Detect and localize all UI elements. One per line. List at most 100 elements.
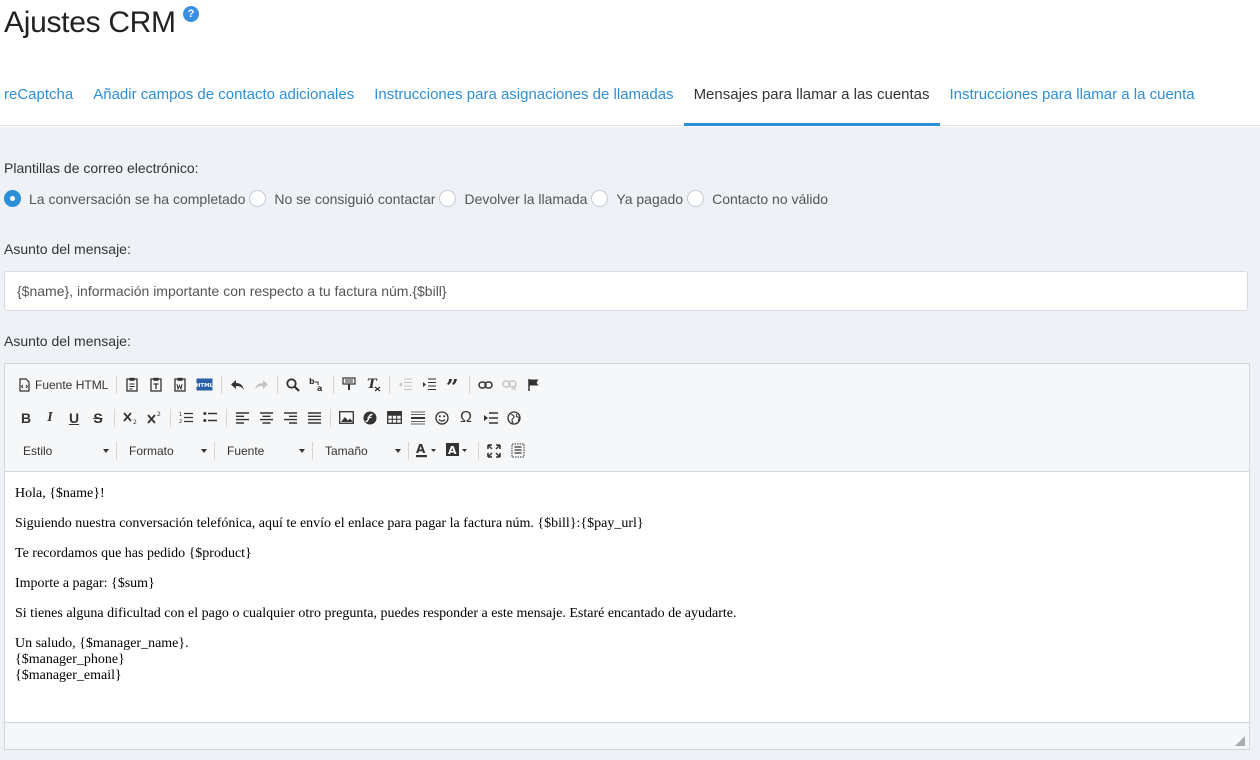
- html-icon: HTML: [196, 378, 213, 391]
- flag-icon: [528, 378, 539, 391]
- outdent-icon: [399, 378, 413, 390]
- format-dropdown[interactable]: Formato: [121, 440, 211, 462]
- maximize-button[interactable]: [483, 440, 505, 462]
- subscript-button[interactable]: 2: [119, 407, 141, 429]
- remove-format-button[interactable]: T: [362, 374, 384, 396]
- tab-call-account-instructions[interactable]: Instrucciones para llamar a la cuenta: [940, 84, 1205, 126]
- html-block-button[interactable]: HTML: [193, 374, 216, 396]
- unlink-button[interactable]: [498, 374, 520, 396]
- toolbar-separator: [170, 408, 171, 427]
- subject-input[interactable]: [4, 271, 1248, 311]
- message-paragraph: Si tienes alguna dificultad con el pago …: [15, 606, 737, 621]
- format-dropdown-label: Formato: [129, 443, 174, 458]
- tab-additional-contact-fields[interactable]: Añadir campos de contacto adicionales: [83, 84, 364, 126]
- radio-conversation-completed[interactable]: La conversación se ha completado: [4, 190, 245, 207]
- tab-call-account-messages[interactable]: Mensajes para llamar a las cuentas: [683, 84, 940, 126]
- radio-indicator[interactable]: [249, 190, 267, 207]
- svg-text:A: A: [448, 444, 457, 457]
- tab-recaptcha[interactable]: reCaptcha: [0, 84, 83, 126]
- message-paragraph: Importe a pagar: {$sum}: [15, 576, 155, 591]
- paste-word-button[interactable]: [169, 374, 191, 396]
- numbered-list-button[interactable]: 12: [175, 407, 197, 429]
- background-color-button[interactable]: A: [443, 440, 473, 462]
- table-icon: [386, 411, 402, 424]
- find-button[interactable]: [282, 374, 304, 396]
- toolbar-separator: [330, 408, 331, 427]
- radio-label: Ya pagado: [616, 190, 684, 207]
- superscript-button[interactable]: 2: [143, 407, 165, 429]
- radio-not-contacted[interactable]: No se consiguió contactar: [249, 190, 435, 207]
- radio-call-back[interactable]: Devolver la llamada: [439, 190, 587, 207]
- radio-invalid-contact[interactable]: Contacto no válido: [687, 190, 828, 207]
- iframe-button[interactable]: [503, 407, 525, 429]
- italic-icon: I: [47, 409, 53, 425]
- smiley-icon: [435, 410, 449, 425]
- svg-text:a: a: [317, 384, 322, 392]
- svg-text:b: b: [309, 377, 315, 386]
- table-button[interactable]: [383, 407, 405, 429]
- anchor-button[interactable]: [522, 374, 544, 396]
- show-blocks-button[interactable]: [507, 440, 529, 462]
- radio-label: No se consiguió contactar: [274, 190, 436, 207]
- toolbar-separator: [226, 408, 227, 427]
- style-dropdown[interactable]: Estilo: [15, 440, 113, 462]
- underline-button[interactable]: U: [63, 407, 85, 429]
- strikethrough-button[interactable]: S: [87, 407, 109, 429]
- strikethrough-icon: S: [93, 409, 103, 426]
- search-icon: [286, 377, 301, 392]
- justify-button[interactable]: [303, 407, 325, 429]
- smiley-button[interactable]: [431, 407, 453, 429]
- bulleted-list-button[interactable]: [199, 407, 221, 429]
- image-button[interactable]: [335, 407, 357, 429]
- body-label: Asunto del mensaje:: [4, 333, 131, 349]
- svg-text:2: 2: [179, 419, 182, 424]
- svg-text:A: A: [416, 443, 426, 456]
- text-color-button[interactable]: A: [413, 440, 441, 462]
- maximize-icon: [487, 443, 501, 458]
- subject-label: Asunto del mensaje:: [4, 241, 131, 257]
- size-dropdown[interactable]: Tamaño: [317, 440, 405, 462]
- align-left-button[interactable]: [231, 407, 253, 429]
- paste-text-button[interactable]: [145, 374, 167, 396]
- font-dropdown-label: Fuente: [227, 443, 265, 458]
- toolbar-separator: [277, 375, 279, 394]
- source-html-button[interactable]: Fuente HTML: [15, 374, 111, 396]
- italic-button[interactable]: I: [39, 407, 61, 429]
- omega-icon: Ω: [460, 408, 472, 426]
- indent-button[interactable]: [418, 374, 440, 396]
- help-icon[interactable]: ?: [183, 6, 199, 22]
- show-blocks-icon: [511, 443, 525, 458]
- radio-indicator[interactable]: [4, 190, 21, 207]
- align-center-button[interactable]: [255, 407, 277, 429]
- flash-button[interactable]: [359, 407, 381, 429]
- redo-button[interactable]: [250, 374, 272, 396]
- radio-indicator[interactable]: [439, 190, 457, 207]
- editor-content-area[interactable]: Hola, {$name}! Siguiendo nuestra convers…: [5, 472, 1249, 722]
- page-break-button[interactable]: [479, 407, 501, 429]
- page-header: Ajustes CRM ? reCaptcha Añadir campos de…: [0, 0, 1260, 126]
- paste-icon: [126, 377, 139, 392]
- paste-button[interactable]: [121, 374, 143, 396]
- toolbar-separator: [333, 375, 335, 394]
- blockquote-button[interactable]: ”: [442, 374, 464, 396]
- outdent-button[interactable]: [394, 374, 416, 396]
- toolbar-separator: [214, 441, 215, 460]
- radio-label: Contacto no válido: [712, 190, 829, 207]
- undo-button[interactable]: [226, 374, 248, 396]
- horizontal-rule-button[interactable]: [407, 407, 429, 429]
- special-char-button[interactable]: Ω: [455, 407, 477, 429]
- radio-indicator[interactable]: [591, 190, 609, 207]
- link-button[interactable]: [474, 374, 496, 396]
- font-dropdown[interactable]: Fuente: [219, 440, 309, 462]
- radio-already-paid[interactable]: Ya pagado: [591, 190, 683, 207]
- radio-indicator[interactable]: [687, 190, 705, 207]
- horizontal-rule-icon: [411, 411, 425, 424]
- resize-grip-icon[interactable]: [1235, 736, 1245, 746]
- superscript-icon: 2: [146, 411, 161, 424]
- bold-button[interactable]: B: [15, 407, 37, 429]
- format-painter-button[interactable]: [338, 374, 360, 396]
- editor-statusbar: [5, 722, 1249, 749]
- tab-call-assignment-instructions[interactable]: Instrucciones para asignaciones de llama…: [364, 84, 683, 126]
- align-right-button[interactable]: [279, 407, 301, 429]
- replace-button[interactable]: ba: [306, 374, 328, 396]
